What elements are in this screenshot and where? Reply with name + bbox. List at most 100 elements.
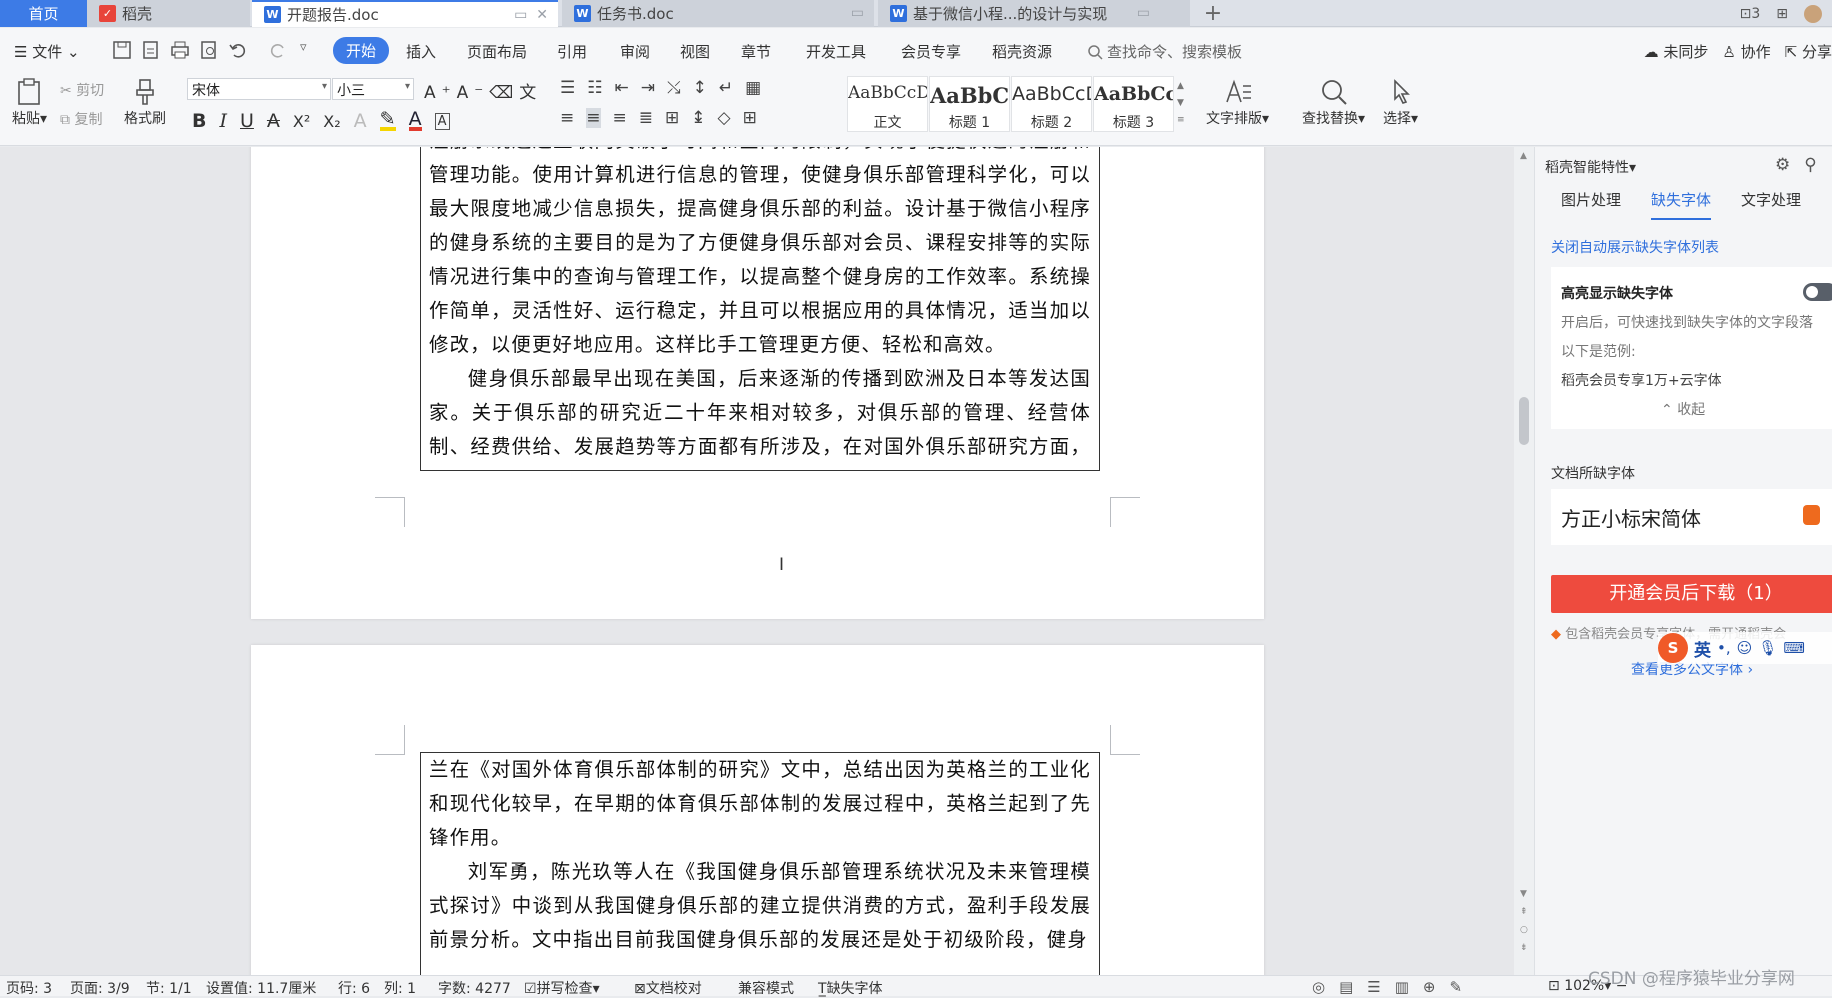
menu-daoke-resources[interactable]: 稻壳资源 bbox=[992, 41, 1052, 62]
collab-button[interactable]: ♙ 协作 bbox=[1722, 41, 1770, 62]
grow-font-icon[interactable]: A⁺ bbox=[424, 83, 457, 103]
style-normal[interactable]: AaBbCcDd 正文 bbox=[847, 76, 928, 132]
style-heading-2[interactable]: AaBbCcD 标题 2 bbox=[1011, 76, 1092, 132]
status-pages[interactable]: 页面: 3/9 bbox=[70, 978, 130, 998]
emoji-icon[interactable]: ☺ bbox=[1737, 639, 1753, 657]
char-border-icon[interactable]: A bbox=[434, 112, 450, 130]
tab-report-doc[interactable]: W 开题报告.doc ▭ ✕ bbox=[252, 0, 558, 27]
menu-review[interactable]: 审阅 bbox=[620, 41, 650, 62]
style-heading-3[interactable]: AaBbCcI 标题 3 bbox=[1093, 76, 1174, 132]
tab-daoke[interactable]: ✓ 稻壳 bbox=[87, 0, 250, 27]
tab-close-icon[interactable]: ▭ ✕ bbox=[514, 7, 548, 23]
print-icon[interactable] bbox=[170, 40, 190, 60]
write-view-icon[interactable]: ✎ bbox=[1450, 978, 1463, 996]
scroll-nav-icons[interactable]: ▼ ⇞ ○ ⇟ bbox=[1520, 885, 1528, 957]
settings-gear-icon[interactable]: ⚙ bbox=[1775, 155, 1790, 175]
scroll-thumb[interactable] bbox=[1519, 397, 1529, 445]
menu-start[interactable]: 开始 bbox=[333, 37, 390, 64]
strikethrough-icon[interactable]: A bbox=[267, 110, 280, 132]
body-paragraph[interactable]: 注册系统通过互联网突破了时间和空间的限制，实现了便捷快速的注册和管理功能。使用计… bbox=[429, 147, 1091, 362]
avatar[interactable] bbox=[1804, 4, 1822, 23]
format-painter-button[interactable]: 格式刷 bbox=[124, 78, 166, 128]
missing-font-item[interactable]: 方正小标宋简体 bbox=[1551, 489, 1832, 545]
vertical-scrollbar[interactable]: ▲ ▼ ⇞ ○ ⇟ bbox=[1514, 147, 1534, 975]
font-color-icon[interactable]: A bbox=[408, 110, 422, 131]
redo-icon[interactable] bbox=[268, 40, 288, 60]
tab-screen-icon[interactable]: ▭ bbox=[1137, 5, 1150, 21]
member-download-button[interactable]: 开通会员后下载（1） bbox=[1551, 575, 1832, 613]
tab-wechat-doc[interactable]: W 基于微信小程...的设计与实现 ▭ bbox=[878, 0, 1190, 27]
ime-toolbar[interactable]: S 英 •, ☺ 🎙 ⌨ bbox=[1658, 632, 1832, 664]
page1-text-frame[interactable]: 注册系统通过互联网突破了时间和空间的限制，实现了便捷快速的注册和管理功能。使用计… bbox=[420, 147, 1100, 471]
font-size-select[interactable]: 小三 bbox=[332, 78, 414, 100]
menu-insert[interactable]: 插入 bbox=[406, 41, 436, 62]
tab-task-doc[interactable]: W 任务书.doc ▭ bbox=[562, 0, 874, 27]
outline-view-icon[interactable]: ☰ bbox=[1367, 978, 1380, 996]
borders-icon[interactable]: ⊞ bbox=[743, 108, 757, 128]
save-icon[interactable] bbox=[112, 40, 132, 60]
align-right-icon[interactable]: ≡ bbox=[613, 108, 627, 128]
superscript-icon[interactable]: X² bbox=[293, 112, 310, 131]
panel-tab-image[interactable]: 图片处理 bbox=[1561, 189, 1621, 220]
share-button[interactable]: ⇱ 分享 bbox=[1785, 41, 1832, 62]
status-missing-font[interactable]: T̲缺失字体 bbox=[818, 978, 883, 998]
command-search[interactable]: 查找命令、搜索模板 bbox=[1087, 41, 1242, 62]
font-name-select[interactable]: 宋体 bbox=[187, 78, 331, 100]
italic-icon[interactable]: I bbox=[219, 110, 227, 132]
text-effect-icon[interactable]: A bbox=[354, 110, 367, 132]
panel-tab-text[interactable]: 文字处理 bbox=[1741, 189, 1801, 220]
sync-status[interactable]: ☁ 未同步 bbox=[1644, 41, 1709, 62]
grid-icon[interactable]: ⊞ bbox=[1776, 6, 1788, 22]
cut-button[interactable]: ✂ 剪切 bbox=[60, 80, 104, 100]
shrink-font-icon[interactable]: A⁻ bbox=[457, 83, 490, 103]
ime-mode[interactable]: 英 bbox=[1694, 636, 1711, 661]
new-tab-button[interactable]: + bbox=[1200, 0, 1226, 27]
collapse-button[interactable]: ⌃ 收起 bbox=[1661, 399, 1705, 419]
distribute-icon[interactable]: ⊞ bbox=[665, 108, 679, 128]
tab-home[interactable]: 首页 bbox=[0, 0, 87, 27]
styles-scroll-icon[interactable]: ▲ ▼ ≡ bbox=[1177, 78, 1185, 129]
panel-title[interactable]: 稻壳智能特性▾ bbox=[1545, 157, 1636, 177]
scroll-up-icon[interactable]: ▲ bbox=[1520, 151, 1527, 161]
menu-dev-tools[interactable]: 开发工具 bbox=[806, 41, 866, 62]
tab-screen-icon[interactable]: ▭ bbox=[851, 5, 864, 21]
menu-chapter[interactable]: 章节 bbox=[741, 41, 771, 62]
status-word-count[interactable]: 字数: 4277 bbox=[438, 978, 511, 998]
body-paragraph[interactable]: 健身俱乐部最早出现在美国，后来逐渐的传播到欧洲及日本等发达国家。关于俱乐部的研究… bbox=[429, 362, 1091, 470]
bullet-list-icon[interactable]: ☰ bbox=[560, 78, 575, 98]
highlight-toggle[interactable] bbox=[1803, 283, 1832, 301]
menu-view[interactable]: 视图 bbox=[680, 41, 710, 62]
microphone-icon[interactable]: 🎙 bbox=[1758, 639, 1777, 657]
menu-reference[interactable]: 引用 bbox=[557, 41, 587, 62]
document-canvas[interactable]: 注册系统通过互联网突破了时间和空间的限制，实现了便捷快速的注册和管理功能。使用计… bbox=[0, 147, 1523, 975]
underline-icon[interactable]: U bbox=[240, 110, 254, 132]
layout-icon[interactable]: ⊡3 bbox=[1740, 6, 1761, 22]
clear-format-icon[interactable]: ⌫ bbox=[489, 83, 519, 103]
body-paragraph[interactable]: 兰在《对国外体育俱乐部体制的研究》文中，总结出因为英格兰的工业化和现代化较早，在… bbox=[429, 753, 1091, 855]
table-border-icon[interactable]: ▦ bbox=[745, 78, 761, 98]
eye-protect-icon[interactable]: ◎ bbox=[1312, 978, 1325, 996]
menu-member[interactable]: 会员专享 bbox=[901, 41, 961, 62]
copy-button[interactable]: ⧉ 复制 bbox=[60, 109, 102, 129]
keyboard-icon[interactable]: ⌨ bbox=[1783, 639, 1805, 657]
align-center-icon[interactable]: ≡ bbox=[586, 108, 601, 128]
sort-icon[interactable]: ↕ bbox=[693, 78, 707, 98]
outdent-icon[interactable]: ⇤ bbox=[615, 78, 629, 98]
body-paragraph[interactable]: 刘军勇，陈光玖等人在《我国健身俱乐部管理系统状况及未来管理模式探讨》中谈到从我国… bbox=[429, 855, 1091, 957]
panel-tab-missing-font[interactable]: 缺失字体 bbox=[1651, 189, 1712, 220]
highlight-icon[interactable]: ✎ bbox=[379, 110, 396, 131]
menu-file[interactable]: ☰ 文件 ⌄ bbox=[14, 41, 80, 62]
indent-icon[interactable]: ⇥ bbox=[641, 78, 655, 98]
status-proofread[interactable]: ⊠文档校对 bbox=[634, 978, 702, 998]
line-spacing-icon[interactable]: ↨ bbox=[691, 108, 705, 128]
menu-layout[interactable]: 页面布局 bbox=[467, 41, 527, 62]
chinese-layout-icon[interactable]: ⤯ bbox=[667, 78, 681, 98]
export-pdf-icon[interactable] bbox=[141, 40, 161, 60]
style-heading-1[interactable]: AaBbCc 标题 1 bbox=[929, 76, 1010, 132]
more-quick-icon[interactable]: ▿ bbox=[300, 40, 320, 60]
page2-text-frame[interactable]: 兰在《对国外体育俱乐部体制的研究》文中，总结出因为英格兰的工业化和现代化较早，在… bbox=[420, 752, 1100, 975]
web-view-icon[interactable]: ⊕ bbox=[1423, 978, 1436, 996]
print-preview-icon[interactable] bbox=[199, 40, 219, 60]
page-view-icon[interactable]: ▤ bbox=[1339, 978, 1353, 996]
shading-icon[interactable]: ◇ bbox=[718, 108, 731, 128]
